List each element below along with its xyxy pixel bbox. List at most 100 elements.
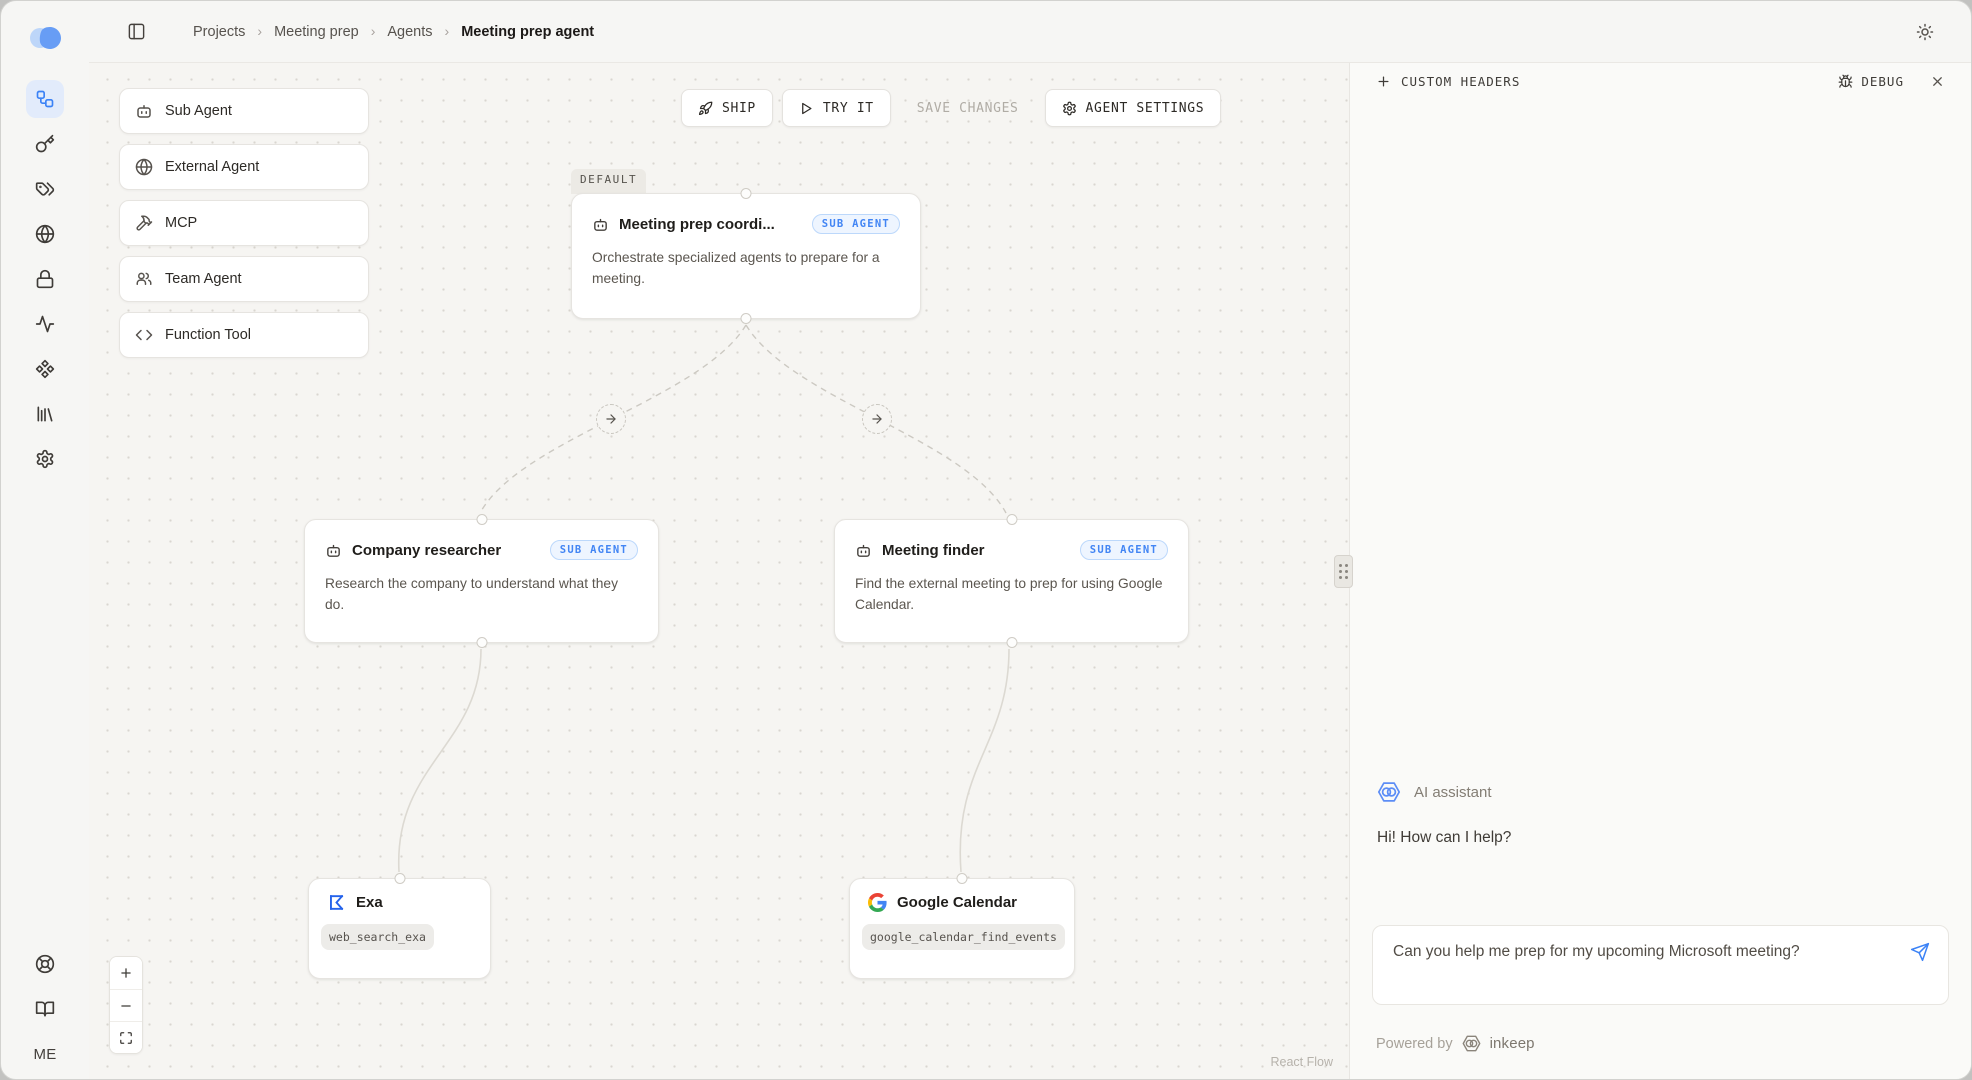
node-title: Meeting prep coordi... — [619, 216, 775, 233]
node-description: Find the external meeting to prep for us… — [855, 573, 1168, 616]
nav-key-icon[interactable] — [26, 125, 64, 163]
sub-agent-badge: SUB AGENT — [812, 214, 900, 234]
node-palette: Sub Agent External Agent MCP Team Agent — [119, 88, 369, 358]
nav-library-icon[interactable] — [26, 395, 64, 433]
sub-agent-badge: SUB AGENT — [550, 540, 638, 560]
plus-icon — [1376, 74, 1391, 89]
plus-icon — [119, 966, 133, 980]
breadcrumb-agents[interactable]: Agents — [387, 24, 432, 40]
agent-settings-label: AGENT SETTINGS — [1086, 101, 1205, 116]
close-panel-icon[interactable] — [1930, 74, 1945, 89]
palette-team-agent[interactable]: Team Agent — [119, 256, 369, 302]
zoom-controls — [109, 956, 143, 1054]
flow-canvas[interactable]: Sub Agent External Agent MCP Team Agent — [89, 63, 1349, 1079]
tool-name-pill: google_calendar_find_events — [862, 924, 1065, 950]
breadcrumb-projects[interactable]: Projects — [193, 24, 245, 40]
gear-icon — [1062, 101, 1077, 116]
nav-activity-icon[interactable] — [26, 305, 64, 343]
sidebar-toggle-icon[interactable] — [121, 17, 151, 47]
inkeep-logo-icon[interactable] — [23, 19, 67, 55]
brand-name: inkeep — [1490, 1035, 1535, 1052]
chat-input-box[interactable]: Can you help me prep for my upcoming Mic… — [1372, 925, 1949, 1005]
edge-arrow-icon[interactable] — [596, 404, 626, 434]
fit-view-button[interactable] — [110, 1021, 142, 1053]
node-handle[interactable] — [476, 514, 487, 525]
debug-button[interactable]: DEBUG — [1838, 74, 1904, 89]
nav-workflow-icon[interactable] — [26, 80, 64, 118]
bot-icon — [855, 542, 872, 559]
user-avatar[interactable]: ME — [33, 1046, 56, 1063]
maximize-icon — [119, 1031, 133, 1045]
powered-by-label: Powered by — [1376, 1036, 1453, 1052]
node-meeting-finder[interactable]: Meeting finder SUB AGENT Find the extern… — [834, 519, 1189, 643]
theme-toggle-sun-icon[interactable] — [1909, 16, 1941, 48]
powered-by-footer[interactable]: Powered by inkeep — [1376, 1033, 1535, 1054]
save-changes-button[interactable]: SAVE CHANGES — [900, 89, 1036, 127]
zoom-out-button[interactable] — [110, 989, 142, 1021]
tool-title: Exa — [356, 894, 383, 911]
help-lifebuoy-icon[interactable] — [26, 945, 64, 983]
node-description: Research the company to understand what … — [325, 573, 638, 616]
tool-name-pill: web_search_exa — [321, 924, 434, 950]
canvas-toolbar: SHIP TRY IT SAVE CHANGES AGENT SETTINGS — [681, 89, 1221, 127]
bug-icon — [1838, 74, 1853, 89]
nav-tags-icon[interactable] — [26, 170, 64, 208]
node-company-researcher[interactable]: Company researcher SUB AGENT Research th… — [304, 519, 659, 643]
inkeep-logo-icon — [1461, 1033, 1482, 1054]
chat-input[interactable]: Can you help me prep for my upcoming Mic… — [1393, 939, 1884, 965]
node-handle[interactable] — [1006, 637, 1017, 648]
custom-headers-button[interactable]: CUSTOM HEADERS — [1376, 74, 1520, 89]
ship-button[interactable]: SHIP — [681, 89, 773, 127]
node-meeting-prep-coordinator[interactable]: Meeting prep coordi... SUB AGENT Orchest… — [571, 193, 921, 319]
breadcrumb-meeting-prep[interactable]: Meeting prep — [274, 24, 359, 40]
node-handle[interactable] — [1006, 514, 1017, 525]
top-bar: Projects Meeting prep Agents Meeting pre… — [89, 1, 1971, 63]
play-icon — [799, 101, 814, 116]
zoom-in-button[interactable] — [110, 957, 142, 989]
react-flow-attribution[interactable]: React Flow — [1270, 1055, 1333, 1069]
icon-rail: ME — [1, 1, 89, 1079]
assistant-name: AI assistant — [1414, 784, 1492, 801]
send-icon — [1910, 942, 1930, 962]
app-window: ME Projects Meeting prep Agents Meeting … — [0, 0, 1972, 1080]
custom-headers-label: CUSTOM HEADERS — [1401, 74, 1520, 89]
nav-settings-icon[interactable] — [26, 440, 64, 478]
bot-icon — [592, 216, 609, 233]
node-handle[interactable] — [394, 873, 405, 884]
palette-function-tool[interactable]: Function Tool — [119, 312, 369, 358]
node-google-calendar-tool[interactable]: Google Calendar google_calendar_find_eve… — [849, 878, 1075, 979]
breadcrumb: Projects Meeting prep Agents Meeting pre… — [193, 23, 594, 40]
tool-title: Google Calendar — [897, 894, 1017, 911]
palette-sub-agent[interactable]: Sub Agent — [119, 88, 369, 134]
default-agent-tab: DEFAULT — [571, 169, 646, 194]
docs-book-icon[interactable] — [26, 990, 64, 1028]
try-it-button[interactable]: TRY IT — [782, 89, 891, 127]
grip-dots-icon — [1339, 564, 1348, 579]
node-handle[interactable] — [741, 188, 752, 199]
node-exa-tool[interactable]: Exa web_search_exa — [308, 878, 491, 979]
assistant-message: Hi! How can I help? — [1377, 829, 1511, 847]
nav-components-icon[interactable] — [26, 350, 64, 388]
palette-external-agent[interactable]: External Agent — [119, 144, 369, 190]
debug-label: DEBUG — [1861, 74, 1904, 89]
palette-item-label: MCP — [165, 215, 197, 231]
ship-label: SHIP — [722, 101, 756, 116]
palette-item-label: Function Tool — [165, 327, 251, 343]
google-logo-icon — [868, 893, 887, 912]
nav-lock-icon[interactable] — [26, 260, 64, 298]
bot-icon — [135, 102, 153, 120]
node-handle[interactable] — [957, 873, 968, 884]
agent-settings-button[interactable]: AGENT SETTINGS — [1045, 89, 1222, 127]
send-button[interactable] — [1907, 939, 1933, 965]
node-handle[interactable] — [476, 637, 487, 648]
node-handle[interactable] — [741, 313, 752, 324]
palette-mcp[interactable]: MCP — [119, 200, 369, 246]
nav-globe-icon[interactable] — [26, 215, 64, 253]
assistant-header: AI assistant — [1376, 779, 1492, 805]
rocket-icon — [698, 101, 713, 116]
palette-item-label: Sub Agent — [165, 103, 232, 119]
breadcrumb-separator — [257, 23, 262, 40]
panel-resize-handle[interactable] — [1334, 555, 1353, 588]
code-icon — [135, 326, 153, 344]
edge-arrow-icon[interactable] — [862, 404, 892, 434]
